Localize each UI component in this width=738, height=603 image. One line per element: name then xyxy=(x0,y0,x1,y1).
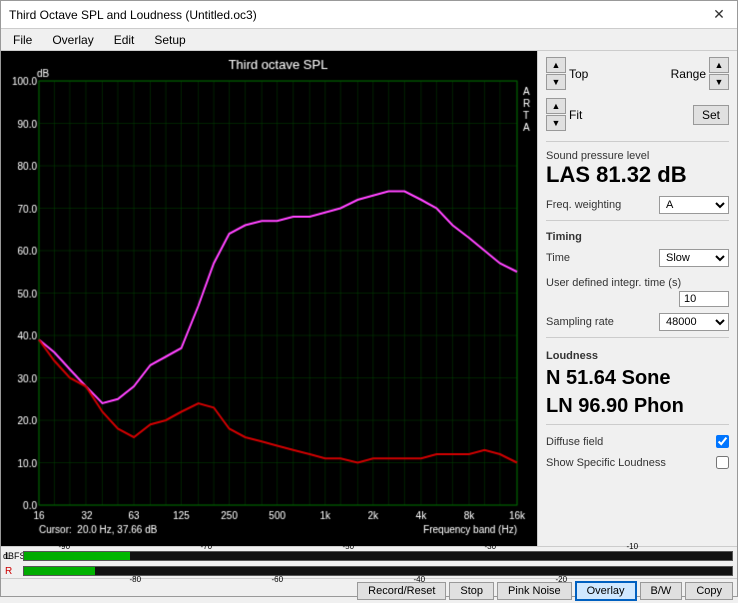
spl-label: Sound pressure level xyxy=(546,150,729,162)
bottom-area: L dBFS -90 -70 -50 -30 -10 dB R xyxy=(1,546,737,596)
fit-label: Fit xyxy=(569,108,582,122)
range-arrow-group: ▲ ▼ xyxy=(709,57,729,90)
time-row: Time Slow Fast Impulse xyxy=(546,249,729,267)
fit-down-button[interactable]: ▼ xyxy=(546,115,566,131)
bw-button[interactable]: B/W xyxy=(640,582,683,600)
stop-button[interactable]: Stop xyxy=(449,582,494,600)
freq-weighting-row: Freq. weighting A B C Z xyxy=(546,196,729,214)
record-reset-button[interactable]: Record/Reset xyxy=(357,582,446,600)
window-title: Third Octave SPL and Loudness (Untitled.… xyxy=(9,8,257,22)
copy-button[interactable]: Copy xyxy=(685,582,733,600)
freq-weighting-select[interactable]: A B C Z xyxy=(659,196,729,214)
top-arrow-group: ▲ ▼ xyxy=(546,57,566,90)
overlay-button[interactable]: Overlay xyxy=(575,581,637,601)
top-label: Top xyxy=(569,67,588,81)
fit-up-button[interactable]: ▲ xyxy=(546,98,566,114)
level-row-R: R -80 -60 -40 -20 dB xyxy=(5,564,733,578)
title-bar: Third Octave SPL and Loudness (Untitled.… xyxy=(1,1,737,29)
level-ch-R: R xyxy=(5,566,21,577)
navigation-controls: ▲ ▼ Top Range ▲ ▼ xyxy=(546,57,729,90)
menu-file[interactable]: File xyxy=(5,31,40,48)
range-up-button[interactable]: ▲ xyxy=(709,57,729,73)
close-button[interactable]: ✕ xyxy=(709,5,729,25)
integr-row: User defined integr. time (s) xyxy=(546,275,729,307)
integr-label: User defined integr. time (s) xyxy=(546,277,681,289)
sampling-select[interactable]: 48000 44100 96000 xyxy=(659,313,729,331)
range-label: Range xyxy=(671,67,706,81)
pink-noise-button[interactable]: Pink Noise xyxy=(497,582,572,600)
menu-setup[interactable]: Setup xyxy=(146,31,193,48)
top-up-button[interactable]: ▲ xyxy=(546,57,566,73)
fit-arrow-group: ▲ ▼ xyxy=(546,98,566,131)
chart-area xyxy=(1,51,537,546)
main-window: Third Octave SPL and Loudness (Untitled.… xyxy=(0,0,738,597)
time-select[interactable]: Slow Fast Impulse xyxy=(659,249,729,267)
spl-value: LAS 81.32 dB xyxy=(546,162,729,188)
range-down-button[interactable]: ▼ xyxy=(709,74,729,90)
specific-loudness-row: Show Specific Loudness xyxy=(546,456,729,469)
top-down-button[interactable]: ▼ xyxy=(546,74,566,90)
loudness-section-label: Loudness xyxy=(546,350,729,362)
diffuse-checkbox[interactable] xyxy=(716,435,729,448)
timing-section-label: Timing xyxy=(546,231,729,243)
sampling-label: Sampling rate xyxy=(546,316,614,328)
level-meters: L dBFS -90 -70 -50 -30 -10 dB R xyxy=(1,547,737,578)
n-value: N 51.64 Sone xyxy=(546,366,729,390)
diffuse-field-row: Diffuse field xyxy=(546,435,729,448)
specific-label: Show Specific Loudness xyxy=(546,457,666,469)
spl-section: Sound pressure level LAS 81.32 dB xyxy=(546,148,729,188)
set-button[interactable]: Set xyxy=(693,105,729,125)
main-content: ▲ ▼ Top Range ▲ ▼ ▲ ▼ xyxy=(1,51,737,546)
right-panel: ▲ ▼ Top Range ▲ ▼ ▲ ▼ xyxy=(537,51,737,546)
bottom-buttons: Record/Reset Stop Pink Noise Overlay B/W… xyxy=(1,578,737,603)
time-label: Time xyxy=(546,252,570,264)
menu-edit[interactable]: Edit xyxy=(106,31,143,48)
sampling-row: Sampling rate 48000 44100 96000 xyxy=(546,313,729,331)
menu-overlay[interactable]: Overlay xyxy=(44,31,101,48)
freq-weighting-label: Freq. weighting xyxy=(546,199,621,211)
specific-checkbox[interactable] xyxy=(716,456,729,469)
ln-value: LN 96.90 Phon xyxy=(546,394,729,418)
diffuse-label: Diffuse field xyxy=(546,436,603,448)
level-row-L: L dBFS -90 -70 -50 -30 -10 dB xyxy=(5,549,733,563)
spectrum-chart xyxy=(1,51,537,545)
integr-input[interactable] xyxy=(679,291,729,307)
menu-bar: File Overlay Edit Setup xyxy=(1,29,737,51)
